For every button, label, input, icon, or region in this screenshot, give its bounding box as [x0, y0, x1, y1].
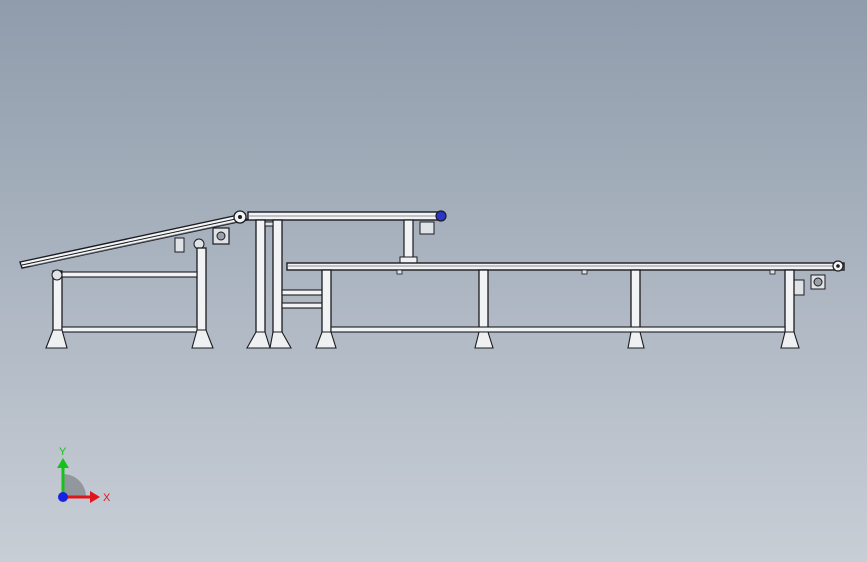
coordinate-triad: Y X	[57, 446, 111, 504]
axis-y-label: Y	[59, 446, 67, 458]
long-belt-beam	[286, 262, 845, 271]
upper-leg-1	[255, 219, 266, 339]
origin-z-icon	[58, 492, 68, 502]
long-conveyor[interactable]	[286, 260, 845, 349]
cad-viewport[interactable]: Y X	[0, 0, 867, 562]
long-leg-1	[321, 269, 332, 341]
axis-x-label: X	[103, 492, 111, 504]
conveyor-assembly-drawing: Y X	[19, 210, 845, 504]
upper-head-roller	[435, 210, 447, 222]
upper-leg-2	[272, 219, 283, 339]
inclined-conveyor[interactable]	[19, 210, 249, 349]
incline-leg-right	[196, 247, 207, 342]
long-leg-4	[784, 269, 795, 341]
